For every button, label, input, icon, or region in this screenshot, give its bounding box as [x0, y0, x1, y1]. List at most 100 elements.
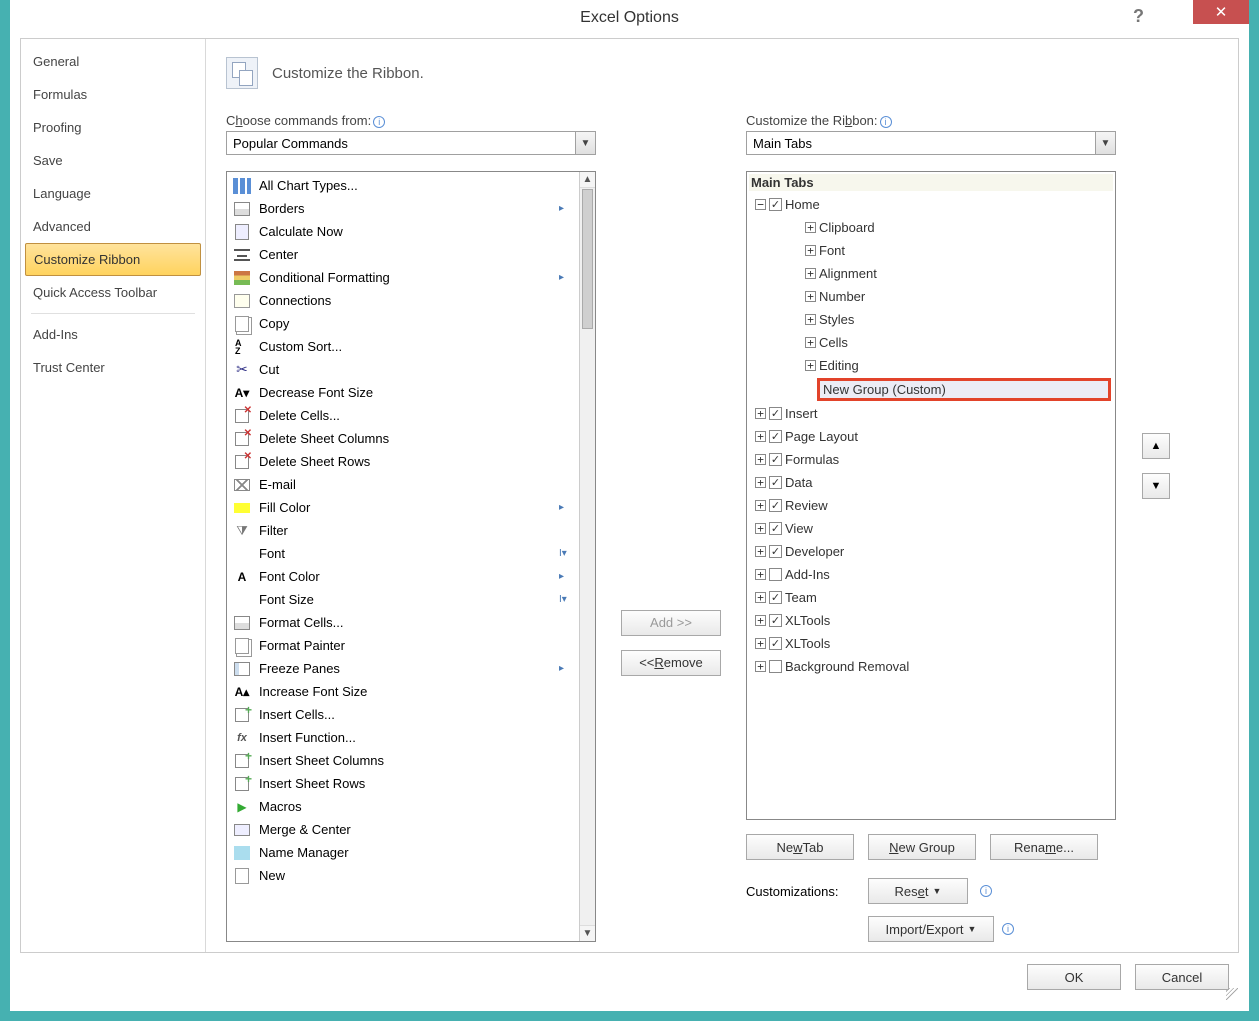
tree-tab[interactable]: +Add-Ins	[751, 563, 1111, 586]
command-item[interactable]: Insert Cells...	[227, 703, 579, 726]
scroll-up-button[interactable]: ▲	[580, 172, 595, 188]
tree-tab[interactable]: +✓XLTools	[751, 632, 1111, 655]
sidebar-item-general[interactable]: General	[21, 45, 205, 78]
command-item[interactable]: AFont Color▸	[227, 565, 579, 588]
tree-tab[interactable]: +Background Removal	[751, 655, 1111, 678]
tree-tab[interactable]: +✓Data	[751, 471, 1111, 494]
command-item[interactable]: All Chart Types...	[227, 174, 579, 197]
command-item[interactable]: Custom Sort...	[227, 335, 579, 358]
tree-tab-home[interactable]: −✓Home	[751, 193, 1111, 216]
command-item[interactable]: Delete Cells...	[227, 404, 579, 427]
tree-toggle[interactable]: +	[755, 500, 766, 511]
command-item[interactable]: Delete Sheet Rows	[227, 450, 579, 473]
command-item[interactable]: Conditional Formatting▸	[227, 266, 579, 289]
tree-toggle[interactable]: +	[755, 477, 766, 488]
tree-toggle[interactable]: +	[805, 222, 816, 233]
tree-checkbox[interactable]: ✓	[769, 407, 782, 420]
ribbon-tree[interactable]: Main Tabs−✓Home+Clipboard+Font+Alignment…	[746, 171, 1116, 820]
sidebar-item-formulas[interactable]: Formulas	[21, 78, 205, 111]
move-down-button[interactable]: ▼	[1142, 473, 1170, 499]
import-export-button[interactable]: Import/Export▼	[868, 916, 994, 942]
help-button[interactable]: ?	[1133, 6, 1144, 27]
tree-toggle[interactable]: +	[755, 638, 766, 649]
tree-tab[interactable]: +✓View	[751, 517, 1111, 540]
move-up-button[interactable]: ▲	[1142, 433, 1170, 459]
command-item[interactable]: ✂Cut	[227, 358, 579, 381]
tree-group[interactable]: +Cells	[805, 331, 1111, 354]
sidebar-item-customize-ribbon[interactable]: Customize Ribbon	[25, 243, 201, 276]
tree-toggle[interactable]: +	[755, 408, 766, 419]
command-item[interactable]: E-mail	[227, 473, 579, 496]
tree-toggle[interactable]: +	[755, 569, 766, 580]
tree-selected-new-group[interactable]: New Group (Custom)	[817, 378, 1111, 401]
sidebar-item-quick-access-toolbar[interactable]: Quick Access Toolbar	[21, 276, 205, 309]
tree-checkbox[interactable]	[769, 660, 782, 673]
tree-group[interactable]: +Number	[805, 285, 1111, 308]
info-icon[interactable]: i	[980, 885, 992, 897]
ok-button[interactable]: OK	[1027, 964, 1121, 990]
tree-tab[interactable]: +✓Developer	[751, 540, 1111, 563]
sidebar-item-save[interactable]: Save	[21, 144, 205, 177]
command-item[interactable]: A▾Decrease Font Size	[227, 381, 579, 404]
info-icon[interactable]: i	[373, 116, 385, 128]
tree-group[interactable]: +Alignment	[805, 262, 1111, 285]
command-item[interactable]: Format Painter	[227, 634, 579, 657]
tree-toggle[interactable]: +	[805, 314, 816, 325]
tree-checkbox[interactable]: ✓	[769, 453, 782, 466]
command-item[interactable]: ⧩Filter	[227, 519, 579, 542]
tree-checkbox[interactable]: ✓	[769, 614, 782, 627]
command-item[interactable]: Insert Sheet Rows	[227, 772, 579, 795]
command-item[interactable]: ▶Macros	[227, 795, 579, 818]
tree-toggle[interactable]: +	[805, 245, 816, 256]
tree-checkbox[interactable]: ✓	[769, 545, 782, 558]
command-item[interactable]: Merge & Center	[227, 818, 579, 841]
commands-listbox[interactable]: All Chart Types...Borders▸Calculate NowC…	[226, 171, 596, 942]
info-icon[interactable]: i	[1002, 923, 1014, 935]
tree-toggle[interactable]: +	[755, 546, 766, 557]
tree-checkbox[interactable]: ✓	[769, 499, 782, 512]
tree-toggle[interactable]: +	[805, 268, 816, 279]
tree-tab[interactable]: +✓Insert	[751, 402, 1111, 425]
tree-tab[interactable]: +✓Page Layout	[751, 425, 1111, 448]
tree-checkbox[interactable]: ✓	[769, 430, 782, 443]
tree-group[interactable]: +Clipboard	[805, 216, 1111, 239]
tree-toggle[interactable]: +	[805, 337, 816, 348]
tree-toggle[interactable]: +	[755, 454, 766, 465]
tree-checkbox[interactable]: ✓	[769, 198, 782, 211]
command-item[interactable]: A▴Increase Font Size	[227, 680, 579, 703]
command-item[interactable]: Copy	[227, 312, 579, 335]
info-icon[interactable]: i	[880, 116, 892, 128]
tree-checkbox[interactable]: ✓	[769, 637, 782, 650]
tree-tab[interactable]: +✓Review	[751, 494, 1111, 517]
scrollbar[interactable]: ▲ ▼	[579, 172, 595, 941]
reset-button[interactable]: Reset▼	[868, 878, 968, 904]
tree-toggle[interactable]: +	[805, 291, 816, 302]
command-item[interactable]: Name Manager	[227, 841, 579, 864]
command-item[interactable]: Format Cells...	[227, 611, 579, 634]
tree-group[interactable]: +Font	[805, 239, 1111, 262]
close-button[interactable]: ✕	[1193, 0, 1249, 24]
command-item[interactable]: Borders▸	[227, 197, 579, 220]
tree-checkbox[interactable]: ✓	[769, 476, 782, 489]
tree-toggle[interactable]: +	[755, 615, 766, 626]
choose-commands-dropdown[interactable]: Popular Commands ▼	[226, 131, 596, 155]
tree-group[interactable]: +Styles	[805, 308, 1111, 331]
tree-checkbox[interactable]: ✓	[769, 522, 782, 535]
tree-toggle[interactable]: +	[755, 431, 766, 442]
customize-ribbon-dropdown[interactable]: Main Tabs ▼	[746, 131, 1116, 155]
add-button[interactable]: Add >>	[621, 610, 721, 636]
tree-tab[interactable]: +✓Formulas	[751, 448, 1111, 471]
command-item[interactable]: Calculate Now	[227, 220, 579, 243]
command-item[interactable]: Freeze Panes▸	[227, 657, 579, 680]
command-item[interactable]: FontI▾	[227, 542, 579, 565]
sidebar-item-language[interactable]: Language	[21, 177, 205, 210]
tree-checkbox[interactable]: ✓	[769, 591, 782, 604]
command-item[interactable]: Insert Sheet Columns	[227, 749, 579, 772]
command-item[interactable]: Center	[227, 243, 579, 266]
new-tab-button[interactable]: New Tab	[746, 834, 854, 860]
tree-checkbox[interactable]	[769, 568, 782, 581]
remove-button[interactable]: << Remove	[621, 650, 721, 676]
tree-group[interactable]: +Editing	[805, 354, 1111, 377]
cancel-button[interactable]: Cancel	[1135, 964, 1229, 990]
scroll-thumb[interactable]	[582, 189, 593, 329]
